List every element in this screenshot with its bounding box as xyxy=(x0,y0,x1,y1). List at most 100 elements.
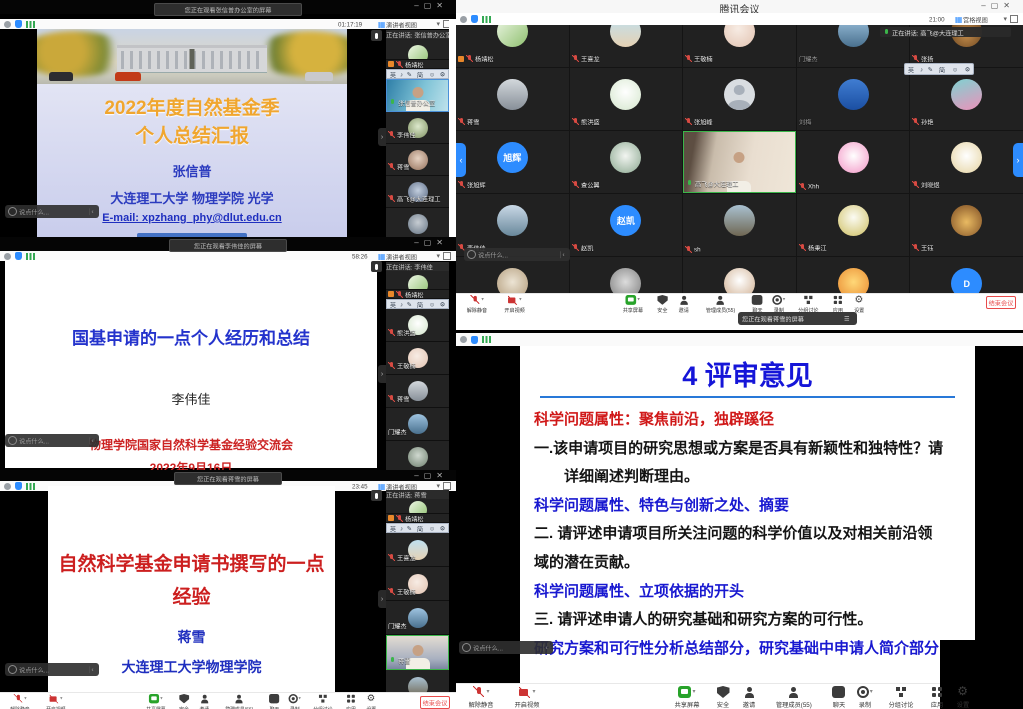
toolbar-button[interactable]: 邀请 xyxy=(194,694,214,709)
window-controls[interactable]: –▢✕ xyxy=(981,1,1015,10)
caret-icon[interactable]: ▾ xyxy=(481,297,483,303)
participant-tile[interactable]: Xhh xyxy=(797,131,910,193)
toolbar-button[interactable]: 分组讨论 xyxy=(789,295,827,311)
smiley-icon[interactable] xyxy=(8,436,17,445)
toolbar-button[interactable]: ▾ 录制 xyxy=(768,295,789,311)
security-shield-icon[interactable] xyxy=(15,20,22,28)
toolbar-button[interactable]: 设置 xyxy=(848,295,869,311)
strip-collapse-handle[interactable]: › xyxy=(378,128,386,146)
participant-tile[interactable]: 杨靖松 xyxy=(456,25,569,67)
participant-tile-partial[interactable] xyxy=(386,271,449,290)
caret-icon[interactable]: ▾ xyxy=(486,688,489,695)
participant-tile[interactable]: 门耀杰 xyxy=(386,408,449,441)
smiley-icon[interactable] xyxy=(8,207,17,216)
toolbar-button[interactable]: ▾ 解除静音 xyxy=(458,686,504,705)
meeting-info-icon[interactable] xyxy=(4,21,11,28)
toolbar-button[interactable]: 安全 xyxy=(710,686,736,705)
toolbar-button[interactable]: ▾ 解除静音 xyxy=(2,694,38,709)
participant-tile[interactable] xyxy=(683,257,796,293)
caret-icon[interactable]: ▾ xyxy=(692,688,695,695)
window-controls[interactable]: –▢✕ xyxy=(414,1,448,10)
toolbar-button[interactable]: ▾ 开启视频 xyxy=(38,694,74,709)
participant-tile[interactable]: 高飞@大连理工 xyxy=(683,131,796,193)
strip-collapse-handle[interactable]: › xyxy=(378,590,386,608)
participant-tile[interactable]: 杨秉江 xyxy=(797,194,910,256)
chat-quick-input[interactable]: 说点什么...‹ xyxy=(459,641,553,654)
toolbar-button[interactable]: ▾ 录制 xyxy=(284,694,304,709)
participant-tile[interactable]: 李伟佳 xyxy=(456,194,569,256)
caret-icon[interactable]: ▾ xyxy=(870,688,873,695)
participant-tile[interactable]: 蒋雪 xyxy=(456,68,569,130)
toolbar-button[interactable]: 分组讨论 xyxy=(878,686,924,705)
view-caret-icon[interactable]: ▾ xyxy=(436,20,440,28)
participant-tile[interactable] xyxy=(797,257,910,293)
meeting-info-icon[interactable] xyxy=(460,16,467,23)
toolbar-button[interactable]: 管理成员(55) xyxy=(762,686,826,705)
toolbar-button[interactable]: 邀请 xyxy=(736,686,762,705)
caret-icon[interactable]: ▾ xyxy=(783,297,785,303)
meeting-info-icon[interactable] xyxy=(4,253,11,260)
participant-tile[interactable]: 张旭峰 xyxy=(683,68,796,130)
end-meeting-button[interactable]: 结束会议 xyxy=(420,696,450,709)
toolbar-button[interactable]: ▾ 共享屏幕 xyxy=(138,694,174,709)
participant-tile[interactable]: 孙艳 xyxy=(910,68,1023,130)
participant-tile[interactable] xyxy=(570,257,683,293)
toolbar-button[interactable]: ▾ 共享屏幕 xyxy=(664,686,710,705)
participant-tile[interactable]: 张信普办公室 xyxy=(386,79,449,112)
security-shield-icon[interactable] xyxy=(471,336,478,344)
participant-tile[interactable]: 王钰 xyxy=(910,194,1023,256)
toolbar-button[interactable]: ▾ 录制 xyxy=(852,686,878,705)
fullscreen-icon[interactable] xyxy=(443,482,451,490)
meeting-info-icon[interactable] xyxy=(4,483,11,490)
participant-tile[interactable]: 熊洪盛 xyxy=(570,68,683,130)
caret-icon[interactable]: ▾ xyxy=(637,297,639,303)
strip-collapse-handle[interactable]: › xyxy=(378,365,386,383)
participant-tile[interactable] xyxy=(386,441,449,470)
participant-tile[interactable]: 王喜龙 xyxy=(570,25,683,67)
participant-tile[interactable]: 旭辉 张旭辉 xyxy=(456,131,569,193)
participant-tile[interactable]: 王敬楠 xyxy=(386,342,449,375)
toolbar-button[interactable]: 应用 xyxy=(827,295,848,311)
participant-tile-partial[interactable] xyxy=(386,39,449,60)
participant-tile[interactable]: 王敬楠 xyxy=(683,25,796,67)
toolbar-button[interactable]: 聊天 xyxy=(264,694,284,709)
chat-quick-input[interactable]: 说点什么...‹ xyxy=(464,248,570,261)
caret-icon[interactable]: ▾ xyxy=(532,688,535,695)
caret-icon[interactable]: ▾ xyxy=(24,696,26,701)
toolbar-button[interactable]: 应用 xyxy=(924,686,950,705)
page-next-arrow[interactable]: › xyxy=(1013,143,1023,177)
view-caret-icon[interactable]: ▾ xyxy=(1003,15,1007,23)
ime-toolbar[interactable]: 英♪✎简☺⚙ xyxy=(904,63,974,75)
toolbar-button[interactable]: 安全 xyxy=(652,295,673,311)
participant-tile[interactable]: sh xyxy=(683,194,796,256)
security-shield-icon[interactable] xyxy=(15,252,22,260)
participant-tile-partial[interactable] xyxy=(386,499,449,514)
toolbar-button[interactable]: 聊天 xyxy=(747,295,768,311)
toolbar-button[interactable]: 邀请 xyxy=(673,295,694,311)
ime-toolbar[interactable]: 英♪✎简☺⚙ xyxy=(386,523,449,533)
ime-toolbar[interactable]: 英♪✎简☺⚙ xyxy=(386,299,449,309)
toolbar-button[interactable]: 安全 xyxy=(174,694,194,709)
view-caret-icon[interactable]: ▾ xyxy=(436,482,440,490)
view-mode-button[interactable]: 宫格视图 xyxy=(963,15,988,24)
participant-tile[interactable]: 高飞@大连理工 xyxy=(386,176,449,208)
participant-tile[interactable]: 刘晓煜 xyxy=(910,131,1023,193)
toolbar-button[interactable]: 聊天 xyxy=(826,686,852,705)
caret-icon[interactable]: ▾ xyxy=(299,696,301,701)
participant-tile[interactable]: 门耀杰 xyxy=(386,601,449,635)
watching-tooltip[interactable]: 您正在观看蒋雪的屏幕☰ xyxy=(738,312,857,325)
ime-toolbar[interactable]: 英♪✎简☺⚙ xyxy=(386,69,449,79)
window-controls[interactable]: –▢✕ xyxy=(414,238,448,247)
toolbar-button[interactable]: 分组讨论 xyxy=(305,694,341,709)
caret-icon[interactable]: ▾ xyxy=(519,297,521,303)
view-caret-icon[interactable]: ▾ xyxy=(436,252,440,260)
participant-tile[interactable] xyxy=(386,208,449,237)
participant-tile[interactable]: 蒋雪 xyxy=(386,144,449,176)
security-shield-icon[interactable] xyxy=(471,15,478,23)
chat-quick-input[interactable]: 说点什么...‹ xyxy=(5,205,99,218)
chat-quick-input[interactable]: 说点什么...‹ xyxy=(5,663,99,676)
meeting-info-icon[interactable] xyxy=(460,336,467,343)
caret-icon[interactable]: ▾ xyxy=(160,696,162,701)
participant-tile[interactable]: 蒋雪 xyxy=(386,635,449,670)
tooltip-menu-icon[interactable]: ☰ xyxy=(844,315,850,322)
